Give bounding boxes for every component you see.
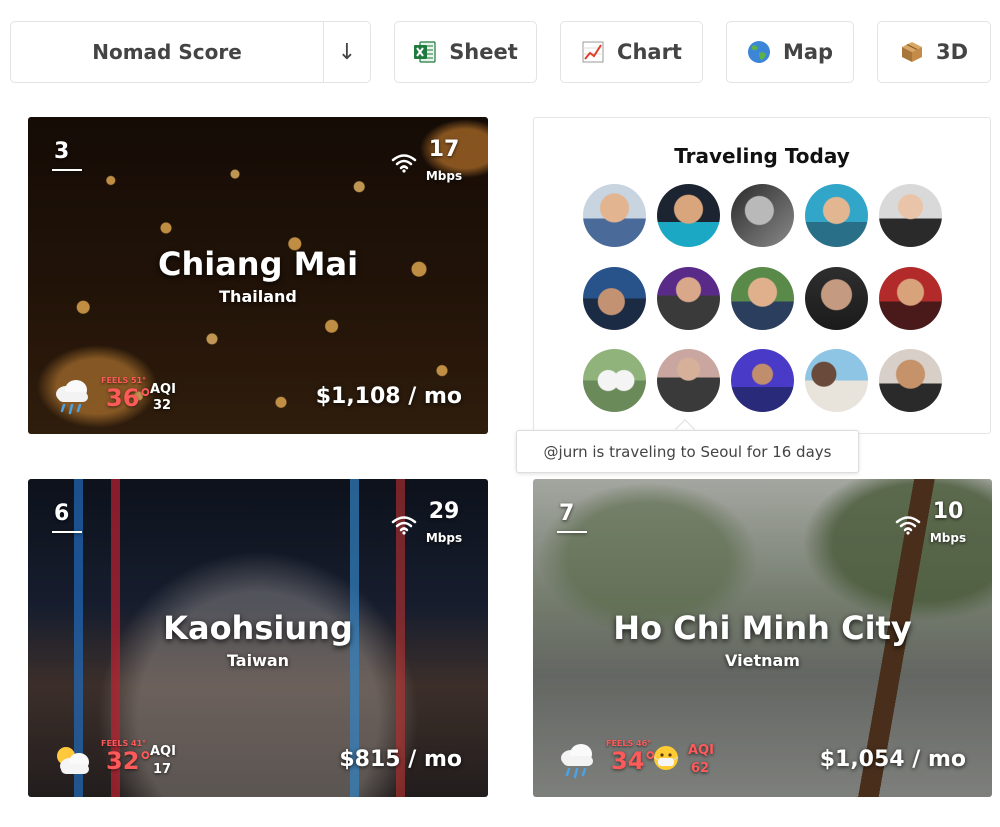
sort-by-button[interactable]: Nomad Score (11, 22, 323, 82)
temperature: 36° (106, 384, 152, 412)
monthly-cost: $1,054 / mo (819, 747, 966, 772)
aqi-label: AQI (688, 743, 714, 758)
avatar[interactable] (805, 349, 868, 412)
internet-speed-unit: Mbps (425, 531, 463, 545)
avatar[interactable] (583, 184, 646, 247)
country-name: Vietnam (725, 651, 800, 670)
traveling-today-title: Traveling Today (674, 144, 850, 168)
avatar[interactable] (583, 267, 646, 330)
sun-cloud-icon (57, 747, 89, 774)
map-label: Map (782, 40, 834, 64)
rank-underline (52, 531, 82, 533)
wifi-icon (895, 516, 921, 535)
city-card-kaohsiung[interactable]: 6 29 Mbps Kaohsiung Taiwan FEELS 41° 32°… (28, 479, 488, 797)
aqi-value: 32 (153, 398, 172, 413)
rank-underline (52, 169, 82, 171)
avatar[interactable] (879, 184, 942, 247)
city-name: Kaohsiung (163, 609, 353, 647)
traveler-tooltip: @jurn is traveling to Seoul for 16 days (516, 430, 859, 473)
sort-control: Nomad Score ↓ (10, 21, 371, 83)
aqi-label: AQI (150, 744, 176, 759)
nomad-list-page: Nomad Score ↓ Sheet Chart Map 3D 3 17 Mb… (0, 0, 1000, 827)
rank-number: 3 (54, 139, 70, 164)
city-card-chiang-mai[interactable]: 3 17 Mbps Chiang Mai Thailand FEELS 51° … (28, 117, 488, 434)
avatar[interactable] (879, 267, 942, 330)
rank-number: 7 (559, 501, 575, 526)
sheet-view-button[interactable]: Sheet (394, 21, 537, 83)
rain-cloud-icon (561, 744, 593, 779)
monthly-cost: $815 / mo (339, 747, 462, 772)
chart-label: Chart (617, 40, 682, 64)
avatar[interactable] (805, 267, 868, 330)
temperature: 34° (611, 747, 657, 775)
internet-speed: 29 (428, 499, 460, 524)
rank-underline (557, 531, 587, 533)
internet-speed-unit: Mbps (929, 531, 967, 545)
country-name: Thailand (219, 287, 297, 306)
city-name: Chiang Mai (157, 245, 359, 283)
3d-view-button[interactable]: 3D (877, 21, 991, 83)
rank-number: 6 (54, 501, 70, 526)
chart-icon (581, 40, 605, 64)
city-card-ho-chi-minh-city[interactable]: 7 10 Mbps Ho Chi Minh City Vietnam FEELS… (533, 479, 992, 797)
excel-icon (413, 40, 437, 64)
avatar[interactable] (731, 184, 794, 247)
avatar[interactable] (657, 349, 720, 412)
box-icon (900, 40, 924, 64)
avatar[interactable] (657, 267, 720, 330)
avatar[interactable] (583, 349, 646, 412)
avatar[interactable] (879, 349, 942, 412)
3d-label: 3D (935, 40, 969, 64)
aqi-value: 17 (153, 762, 172, 777)
avatar[interactable] (657, 184, 720, 247)
wifi-icon (391, 516, 417, 535)
internet-speed-unit: Mbps (425, 169, 463, 183)
aqi-value: 62 (691, 761, 710, 776)
globe-icon (747, 40, 771, 64)
city-name: Ho Chi Minh City (613, 609, 912, 647)
country-name: Taiwan (226, 651, 290, 670)
avatar[interactable] (731, 267, 794, 330)
wifi-icon (391, 154, 417, 173)
mask-face-icon (653, 746, 679, 770)
sort-direction-button[interactable]: ↓ (323, 22, 370, 82)
sheet-label: Sheet (449, 40, 518, 64)
rain-cloud-icon (56, 380, 88, 415)
temperature: 32° (106, 747, 152, 775)
avatar[interactable] (805, 184, 868, 247)
aqi-label: AQI (150, 382, 176, 397)
internet-speed: 17 (428, 137, 460, 162)
monthly-cost: $1,108 / mo (315, 384, 462, 409)
avatar[interactable] (731, 349, 794, 412)
traveling-today-panel: Traveling Today (533, 117, 991, 434)
chart-view-button[interactable]: Chart (560, 21, 703, 83)
map-view-button[interactable]: Map (726, 21, 854, 83)
internet-speed: 10 (932, 499, 964, 524)
